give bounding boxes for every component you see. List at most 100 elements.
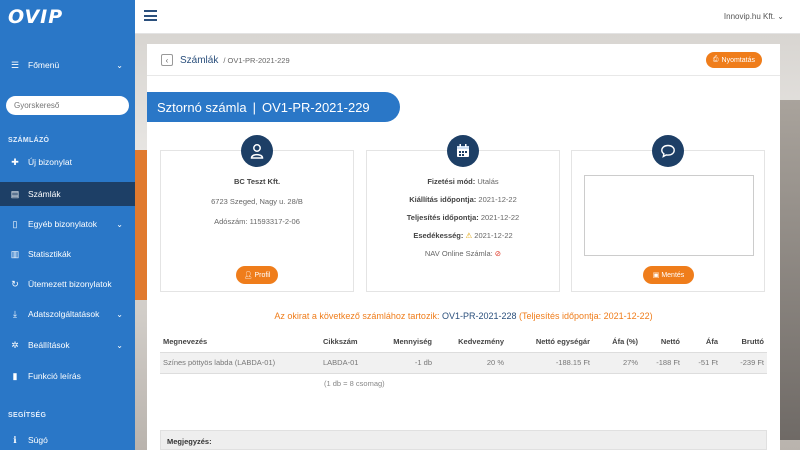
user-icon <box>241 135 273 167</box>
related-invoice-info: Az okirat a következő számlához tartozik… <box>147 311 780 321</box>
warning-icon: ⚠ <box>465 231 473 240</box>
payment-method-label: Fizetési mód: <box>427 177 476 186</box>
column-header: Áfa <box>705 336 718 346</box>
sidebar-item-invoices[interactable]: ▤ Számlák <box>0 182 135 206</box>
sidebar-item-label: Új bizonylat <box>28 157 72 167</box>
related-invoice-link[interactable]: OV1-PR-2021-228 <box>442 311 517 321</box>
quick-search-input[interactable] <box>6 96 129 115</box>
section-label-help: SEGÍTSÉG <box>8 412 47 419</box>
due-date-label: Esedékesség: <box>413 231 464 240</box>
breadcrumb-current: / OV1-PR-2021-229 <box>223 55 290 65</box>
title-separator: | <box>252 99 256 115</box>
document-type: Sztornó számla <box>157 99 247 115</box>
tax-number: 11593317-2-06 <box>249 217 300 226</box>
top-bar: Innovip.hu Kft. ⌄ <box>135 0 800 34</box>
back-arrow-icon[interactable]: ‹ <box>161 54 173 66</box>
save-button[interactable]: ▣ Mentés <box>643 266 694 284</box>
customer-panel: BC Teszt Kft. 6723 Szeged, Nagy u. 28/B … <box>160 135 354 292</box>
table-cell: 27% <box>593 351 641 374</box>
note-textarea[interactable] <box>584 175 754 256</box>
print-button[interactable]: ⎙ Nyomtatás <box>705 52 762 68</box>
table-cell: -239 Ft <box>721 351 767 374</box>
download-icon: ⤓ <box>13 308 17 319</box>
not-sent-icon: ⊘ <box>494 249 502 258</box>
issue-date-label: Kiállítás időpontja: <box>409 195 477 204</box>
gear-icon: ✲ <box>11 339 19 350</box>
company-name: Innovip.hu Kft. <box>723 12 776 21</box>
sidebar-item-data-services[interactable]: ⤓ Adatszolgáltatások ⌄ <box>0 302 135 326</box>
table-cell: -188 Ft <box>641 351 683 374</box>
table-cell: -188.15 Ft <box>507 351 593 374</box>
comment-icon <box>652 135 684 167</box>
background-accent-right <box>780 100 800 440</box>
print-button-label: Nyomtatás <box>721 56 755 64</box>
sidebar-item-other-documents[interactable]: ▯ Egyéb bizonylatok ⌄ <box>0 212 135 236</box>
column-header: Megnevezés <box>163 336 208 346</box>
column-header: Bruttó <box>741 336 765 346</box>
section-label-billing: SZÁMLÁZÓ <box>8 137 50 144</box>
profile-button-label: Profil <box>254 271 271 279</box>
calendar-icon <box>447 135 479 167</box>
related-prefix: Az okirat a következő számlához tartozik… <box>274 311 440 321</box>
sidebar-item-label: Beállítások <box>28 340 70 350</box>
due-date: 2021-12-22 <box>474 231 513 240</box>
payment-method: Utalás <box>477 177 499 186</box>
sidebar: OVIP ☰ Főmenü ⌄ SZÁMLÁZÓ ✚ Új bizonylat … <box>0 0 135 450</box>
remark-label: Megjegyzés: <box>167 437 212 446</box>
chevron-down-icon: ⌄ <box>777 12 784 21</box>
table-header-row: Megnevezés Cikkszám Mennyiség Kedvezmény… <box>160 331 767 352</box>
sidebar-item-label: Statisztikák <box>28 249 71 259</box>
sidebar-item-function-description[interactable]: ▮ Funkció leírás <box>0 364 135 388</box>
book-icon: ▮ <box>12 370 18 381</box>
app-logo[interactable]: OVIP <box>0 0 135 34</box>
line-items-table: Megnevezés Cikkszám Mennyiség Kedvezmény… <box>160 331 767 374</box>
remark-section: Megjegyzés: <box>160 430 767 450</box>
chevron-down-icon: ⌄ <box>116 219 123 229</box>
nav-online-label: NAV Online Számla: <box>424 249 493 258</box>
sidebar-item-label: Funkció leírás <box>28 371 81 381</box>
sidebar-main-menu[interactable]: ☰ Főmenü ⌄ <box>0 53 135 77</box>
sidebar-item-settings[interactable]: ✲ Beállítások ⌄ <box>0 333 135 357</box>
table-row: Színes pöttyös labda (LABDA-01) LABDA-01… <box>160 351 767 374</box>
table-cell: LABDA-01 <box>320 351 382 374</box>
hamburger-menu-icon[interactable] <box>144 10 157 21</box>
sidebar-item-new-document[interactable]: ✚ Új bizonylat <box>0 150 135 174</box>
divider <box>147 75 780 76</box>
user-icon: 👤︎ <box>243 272 253 279</box>
background-accent <box>135 150 147 300</box>
column-header: Cikkszám <box>323 336 358 346</box>
menu-icon: ☰ <box>10 59 20 70</box>
sidebar-item-label: Ütemezett bizonylatok <box>28 279 112 289</box>
column-header: Mennyiség <box>393 336 432 346</box>
profile-button[interactable]: 👤︎ Profil <box>236 266 278 284</box>
sidebar-item-label: Főmenü <box>28 60 60 70</box>
company-menu[interactable]: Innovip.hu Kft. ⌄ <box>724 12 784 21</box>
sidebar-item-statistics[interactable]: ▥ Statisztikák <box>0 242 135 266</box>
note-panel: ▣ Mentés <box>571 135 765 292</box>
chevron-down-icon: ⌄ <box>116 309 123 319</box>
sidebar-item-label: Egyéb bizonylatok <box>28 219 97 229</box>
plus-icon: ✚ <box>11 156 19 167</box>
document-number: OV1-PR-2021-229 <box>261 99 370 115</box>
sidebar-item-help[interactable]: ℹ Súgó <box>0 428 135 450</box>
performance-date: 2021-12-22 <box>480 213 520 222</box>
page-title: Sztornó számla | OV1-PR-2021-229 <box>147 92 400 122</box>
breadcrumb: ‹ Számlák / OV1-PR-2021-229 <box>161 53 290 67</box>
breadcrumb-invoices-link[interactable]: Számlák <box>180 55 218 66</box>
issue-date: 2021-12-22 <box>478 195 517 204</box>
chevron-down-icon: ⌄ <box>116 340 123 350</box>
customer-name: BC Teszt Kft. <box>233 177 281 186</box>
tax-label: Adószám: <box>214 217 248 226</box>
table-cell: 20 % <box>435 351 507 374</box>
column-header: Áfa (%) <box>612 336 638 346</box>
save-button-label: Mentés <box>661 271 685 279</box>
column-header: Kedvezmény <box>458 336 504 346</box>
table-cell: -1 db <box>382 351 435 374</box>
sidebar-item-label: Súgó <box>28 435 48 445</box>
performance-date-label: Teljesítés időpontja: <box>406 213 479 222</box>
save-icon: ▣ <box>652 272 660 279</box>
printer-icon: ⎙ <box>712 56 719 63</box>
table-cell: Színes pöttyös labda (LABDA-01) <box>160 351 320 374</box>
info-icon: ℹ <box>13 434 17 445</box>
sidebar-item-scheduled[interactable]: ↻ Ütemezett bizonylatok <box>0 272 135 296</box>
